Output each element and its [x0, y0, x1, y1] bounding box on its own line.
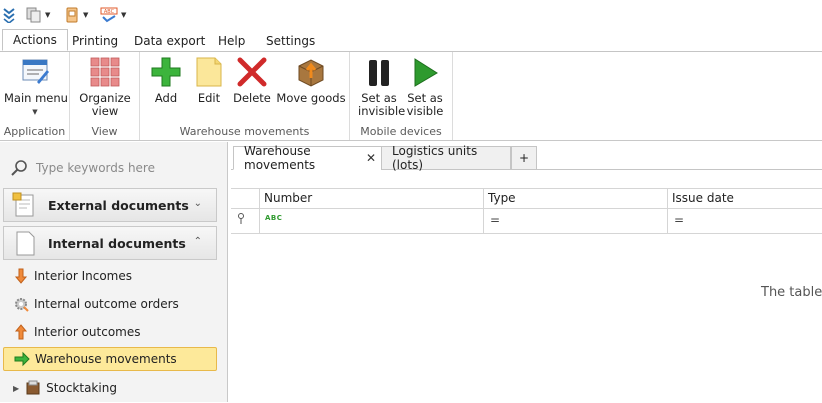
group-label: Warehouse movements: [179, 125, 310, 138]
pin-icon: [237, 213, 245, 228]
note-icon: [193, 56, 225, 88]
documents-icon: [26, 7, 41, 23]
ribbon-group-application: Main menu ▼ Application: [0, 52, 70, 140]
gear-icon: [15, 298, 29, 312]
filter-cell-issue-date[interactable]: =: [667, 209, 822, 233]
group-label: View: [91, 125, 118, 138]
close-icon[interactable]: ✕: [366, 151, 376, 165]
search-icon: [11, 160, 27, 176]
group-label: Mobile devices: [360, 125, 442, 138]
navigation-panel: Type keywords here External documents ⌄ …: [0, 142, 228, 402]
dropdown-arrow-icon: ▼: [121, 11, 127, 19]
auto-filter-row: ABC = =: [231, 209, 822, 234]
nav-item-warehouse-movements[interactable]: Warehouse movements: [3, 347, 217, 371]
dropdown-arrow-icon: ▼: [83, 11, 89, 19]
ribbon-group-view: Organize view View: [70, 52, 140, 140]
dropdown-arrow-icon: ▼: [32, 108, 38, 116]
nav-item-stocktaking[interactable]: ▶ Stocktaking: [3, 376, 217, 400]
nav-item-interior-outcomes[interactable]: Interior outcomes: [3, 320, 217, 344]
column-header-type[interactable]: Type: [483, 189, 667, 209]
ribbon-collapse-icon[interactable]: [2, 6, 16, 24]
nav-group-internal-documents[interactable]: Internal documents ⌃: [3, 226, 217, 260]
tab-actions[interactable]: Actions: [2, 29, 68, 51]
nav-item-internal-outcome-orders[interactable]: Internal outcome orders: [3, 292, 217, 316]
internal-documents-icon: [16, 231, 35, 256]
copy-menu-button[interactable]: ▼: [26, 6, 50, 24]
equals-filter-icon: =: [490, 213, 501, 227]
nav-search[interactable]: Type keywords here: [10, 158, 220, 178]
chevron-down-icon: ⌄: [193, 198, 202, 209]
text-filter-icon: ABC: [265, 214, 283, 222]
data-grid: Number Type Issue date ABC = = The table: [231, 188, 822, 403]
dropdown-arrow-icon: ▼: [45, 11, 51, 19]
svg-text:ABC: ABC: [104, 9, 115, 15]
main-menu-icon: [19, 56, 51, 88]
pause-icon: [363, 56, 395, 88]
grid-layout-icon: [89, 56, 121, 88]
search-input[interactable]: Type keywords here: [36, 161, 155, 175]
equals-filter-icon: =: [674, 213, 685, 227]
group-label: Application: [3, 125, 66, 138]
ribbon-tab-bar: Actions Printing Data export Help Settin…: [0, 29, 822, 52]
delete-x-icon: [236, 56, 268, 88]
move-goods-button[interactable]: Move goods: [276, 56, 346, 105]
arrow-up-icon: [14, 324, 28, 340]
document-tab-bar: Warehouse movements ✕ Logistics units (l…: [231, 144, 822, 172]
edit-button[interactable]: Edit: [190, 56, 228, 105]
tab-help[interactable]: Help: [208, 30, 255, 52]
spelling-menu-button[interactable]: ABC ▼: [100, 6, 126, 24]
ribbon-group-mobile-devices: Set as invisible Set as visible Mobile d…: [350, 52, 453, 140]
tab-settings[interactable]: Settings: [256, 30, 325, 52]
add-tab-button[interactable]: +: [511, 146, 537, 170]
arrow-right-icon: [14, 351, 30, 367]
play-icon: [409, 56, 441, 88]
tab-logistics-units[interactable]: Logistics units (lots): [381, 144, 511, 172]
grid-header: Number Type Issue date: [231, 189, 822, 209]
hand-icon: [66, 7, 78, 23]
tab-data-export[interactable]: Data export: [124, 30, 215, 52]
organize-view-button[interactable]: Organize view: [74, 56, 136, 118]
plus-icon: [150, 56, 182, 88]
column-header-issue-date[interactable]: Issue date: [667, 189, 822, 209]
tab-printing[interactable]: Printing: [62, 30, 128, 52]
box-move-icon: [295, 56, 327, 88]
ribbon: Main menu ▼ Application Organize view Vi…: [0, 52, 822, 141]
filter-cell-type[interactable]: =: [483, 209, 667, 233]
chevron-up-icon: ⌃: [193, 236, 202, 247]
touch-menu-button[interactable]: ▼: [64, 6, 88, 24]
tab-warehouse-movements[interactable]: Warehouse movements ✕: [233, 144, 383, 172]
quick-access-toolbar: ▼ ▼ ABC ▼: [0, 0, 822, 30]
ribbon-group-warehouse-movements: Add Edit Delete Move goods Warehouse mov…: [140, 52, 350, 140]
main-menu-button[interactable]: Main menu ▼: [4, 56, 68, 119]
expand-triangle-icon[interactable]: ▶: [13, 384, 19, 393]
add-button[interactable]: Add: [146, 56, 186, 105]
filter-cell-number[interactable]: ABC: [259, 209, 483, 233]
stocktaking-icon: [26, 380, 40, 395]
delete-button[interactable]: Delete: [232, 56, 272, 105]
plus-icon: +: [518, 151, 530, 165]
set-as-invisible-button[interactable]: Set as invisible: [358, 56, 405, 118]
spellcheck-icon: ABC: [100, 7, 118, 23]
column-header-number[interactable]: Number: [259, 189, 483, 209]
external-documents-icon: [12, 192, 34, 217]
empty-table-message: The table: [761, 285, 822, 300]
nav-group-external-documents[interactable]: External documents ⌄: [3, 188, 217, 222]
nav-item-interior-incomes[interactable]: Interior Incomes: [3, 264, 217, 288]
arrow-down-icon: [14, 268, 28, 284]
set-as-visible-button[interactable]: Set as visible: [404, 56, 446, 118]
